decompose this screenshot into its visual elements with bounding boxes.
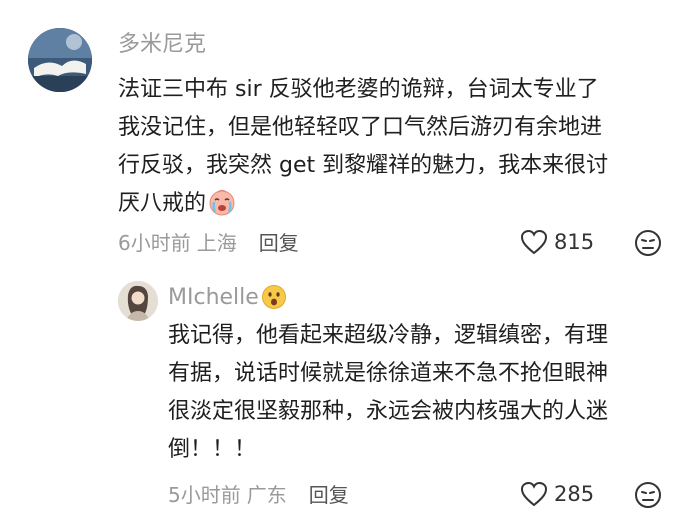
reply-line: 我记得，他看起来超级冷静，逻辑缜密，有理 (168, 323, 609, 348)
reply-button[interactable]: 回复 (259, 231, 299, 255)
reply-avatar[interactable] (118, 281, 158, 321)
reply-line: 倒！！！ (168, 437, 257, 462)
heart-icon (520, 481, 548, 507)
reply-location: 广东 (246, 483, 287, 507)
like-button[interactable]: 815 (520, 229, 594, 255)
comment-line: 行反驳，我突然 get 到黎耀祥的魅力，我本来很讨 (118, 153, 609, 178)
reply-line: 有据，说话时候就是徐徐道来不急不抢但眼神 (168, 361, 609, 386)
reply-like-count: 285 (554, 482, 595, 506)
reply-author-row: MIchelle (168, 283, 289, 313)
reply-text: 我记得，他看起来超级冷静，逻辑缜密，有理 有据，说话时候就是徐徐道来不急不抢但眼… (168, 317, 678, 469)
crying-face-emoji-icon (208, 188, 236, 216)
reply-meta: 5小时前 广东 回复 (168, 481, 349, 509)
avatar-image (28, 28, 92, 92)
comment-line-last: 厌八戒的 (118, 185, 673, 223)
comment-location: 上海 (196, 231, 237, 255)
reply-time: 5小时前 (168, 483, 241, 507)
comment-line-text: 厌八戒的 (118, 191, 207, 216)
surprised-face-emoji-icon (261, 284, 289, 312)
reply-avatar-image (118, 281, 158, 321)
reply-line: 很淡定很坚毅那种，永远会被内核强大的人迷 (168, 399, 609, 424)
reply-dislike-face-icon[interactable] (634, 481, 662, 509)
reply-reply-button[interactable]: 回复 (309, 483, 349, 507)
comment-text: 法证三中布 sir 反驳他老婆的诡辩，台词太专业了 我没记住，但是他轻轻叹了口气… (118, 71, 673, 223)
dislike-face-icon[interactable] (634, 229, 662, 257)
heart-icon (520, 229, 548, 255)
avatar[interactable] (28, 28, 92, 92)
reply-like-button[interactable]: 285 (520, 481, 594, 507)
comment-meta: 6小时前 上海 回复 (118, 229, 299, 257)
comment-line: 我没记住，但是他轻轻叹了口气然后游刃有余地进 (118, 115, 603, 140)
comment-line: 法证三中布 sir 反驳他老婆的诡辩，台词太专业了 (118, 77, 599, 102)
reply-author[interactable]: MIchelle (168, 285, 259, 310)
like-count: 815 (554, 230, 595, 254)
comment-time: 6小时前 (118, 231, 191, 255)
comment-author[interactable]: 多米尼克 (118, 30, 206, 60)
